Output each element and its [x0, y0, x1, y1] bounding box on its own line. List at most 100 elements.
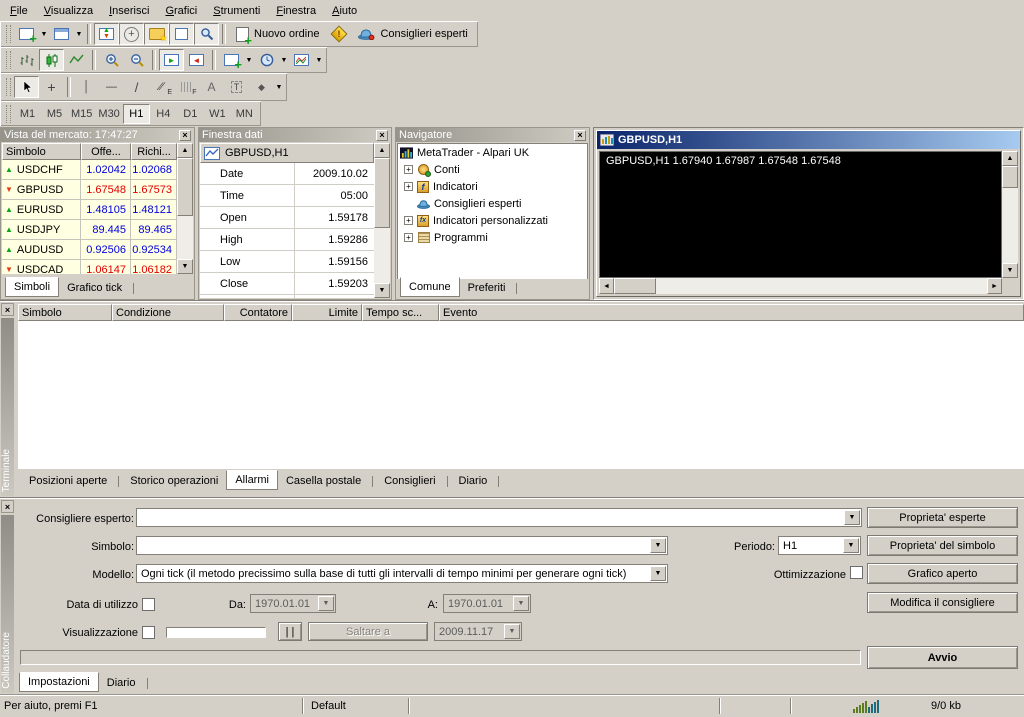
column-limite[interactable]: Limite	[292, 304, 362, 321]
trendline-button[interactable]: /	[124, 76, 149, 98]
bar-chart-button[interactable]	[14, 49, 39, 71]
optimization-checkbox[interactable]	[850, 566, 863, 579]
tree-root[interactable]: MetaTrader - Alpari UK	[398, 144, 587, 161]
templates-dropdown[interactable]: ▼	[314, 57, 324, 64]
tree-item-indicatori[interactable]: + f Indicatori	[398, 178, 587, 195]
column-simbolo[interactable]: Simbolo	[18, 304, 112, 321]
to-date-select[interactable]: 1970.01.01 ▼	[443, 594, 531, 613]
menu-visualizza[interactable]: Visualizza	[36, 3, 101, 19]
navigator-toggle[interactable]: ★	[144, 23, 169, 45]
toolbar-grip[interactable]	[6, 78, 11, 96]
timeframe-mn[interactable]: MN	[231, 104, 258, 124]
visual-speed-slider[interactable]	[166, 627, 266, 638]
close-icon[interactable]: ×	[1, 500, 14, 513]
tab-allarmi[interactable]: Allarmi	[226, 470, 278, 490]
menu-inserisci[interactable]: Inserisci	[101, 3, 157, 19]
menu-grafici[interactable]: Grafici	[157, 3, 205, 19]
modify-expert-button[interactable]: Modifica il consigliere	[867, 592, 1018, 613]
column-offerta[interactable]: Offe...	[81, 143, 131, 160]
tester-side-label-strip[interactable]: Collaudatore	[1, 515, 14, 693]
scroll-right-icon[interactable]: ►	[987, 278, 1002, 294]
horizontal-line-button[interactable]: —	[99, 76, 124, 98]
table-row[interactable]: ▼ USDCAD 1.06147 1.06182	[2, 260, 177, 274]
menu-aiuto[interactable]: Aiuto	[324, 3, 365, 19]
close-icon[interactable]: ×	[1, 303, 14, 316]
vertical-line-button[interactable]: │	[74, 76, 99, 98]
templates-button[interactable]	[289, 49, 314, 71]
visual-mode-checkbox[interactable]	[142, 626, 155, 639]
indicators-button[interactable]: +	[219, 49, 244, 71]
chevron-down-icon[interactable]: ▼	[844, 510, 860, 525]
chevron-down-icon[interactable]: ▼	[504, 624, 520, 639]
table-row[interactable]: ▲ USDCHF 1.02042 1.02068	[2, 160, 177, 180]
chart-titlebar[interactable]: GBPUSD,H1	[597, 131, 1020, 149]
zoom-in-button[interactable]	[99, 49, 124, 71]
tab-comune[interactable]: Comune	[400, 277, 460, 297]
date-use-checkbox[interactable]	[142, 598, 155, 611]
timeframe-m15[interactable]: M15	[68, 104, 95, 124]
tree-item-indicatori-personalizzati[interactable]: + fx Indicatori personalizzati	[398, 212, 587, 229]
data-window-scrollbar[interactable]: ▲ ▼	[374, 143, 390, 298]
scrollbar-thumb[interactable]	[1002, 166, 1018, 188]
tab-impostazioni[interactable]: Impostazioni	[19, 672, 99, 692]
strategy-tester-toggle[interactable]	[194, 23, 219, 45]
close-icon[interactable]: ×	[179, 129, 191, 141]
close-icon[interactable]: ×	[376, 129, 388, 141]
tab-diario[interactable]: Diario	[451, 473, 496, 489]
scrollbar-thumb[interactable]	[614, 278, 656, 294]
toolbar-grip[interactable]	[6, 51, 11, 69]
profiles-dropdown[interactable]: ▼	[74, 31, 84, 38]
tree-item-consiglieri-esperti[interactable]: Consiglieri esperti	[398, 195, 587, 212]
tab-storico-operazioni[interactable]: Storico operazioni	[122, 473, 226, 489]
scroll-down-icon[interactable]: ▼	[1002, 263, 1018, 278]
scroll-left-icon[interactable]: ◄	[599, 278, 614, 294]
arrows-dropdown[interactable]: ▼	[274, 84, 284, 91]
chevron-down-icon[interactable]: ▼	[318, 596, 334, 611]
period-select[interactable]: H1 ▼	[778, 536, 861, 555]
table-row[interactable]: ▲ EURUSD 1.48105 1.48121	[2, 200, 177, 220]
skip-to-button[interactable]: Saltare a	[308, 622, 428, 641]
chevron-down-icon[interactable]: ▼	[650, 566, 666, 581]
zoom-out-button[interactable]	[124, 49, 149, 71]
chart-shift-button[interactable]: ◄	[184, 49, 209, 71]
symbol-select[interactable]: ▼	[136, 536, 668, 555]
menu-file[interactable]: File	[2, 3, 36, 19]
data-window-toggle[interactable]: +	[119, 23, 144, 45]
tree-item-programmi[interactable]: + Programmi	[398, 229, 587, 246]
expand-plus-icon[interactable]: +	[404, 165, 413, 174]
chevron-down-icon[interactable]: ▼	[650, 538, 666, 553]
terminal-content[interactable]	[18, 321, 1024, 469]
menu-strumenti[interactable]: Strumenti	[205, 3, 268, 19]
symbol-properties-button[interactable]: Proprieta' del simbolo	[867, 535, 1018, 556]
timeframe-h4[interactable]: H4	[150, 104, 177, 124]
fibonacci-button[interactable]: F	[174, 76, 199, 98]
scrollbar-thumb[interactable]	[374, 158, 390, 228]
chart-vscrollbar[interactable]: ▲ ▼	[1002, 151, 1018, 278]
profiles-button[interactable]	[49, 23, 74, 45]
scroll-up-icon[interactable]: ▲	[374, 143, 390, 158]
timeframe-m5[interactable]: M5	[41, 104, 68, 124]
tab-simboli[interactable]: Simboli	[5, 277, 60, 297]
cursor-button[interactable]	[14, 76, 39, 98]
market-watch-toggle[interactable]: ▲ ▼	[94, 23, 119, 45]
tab-grafico-tick[interactable]: Grafico tick	[59, 280, 130, 296]
data-window-titlebar[interactable]: Finestra dati ×	[199, 128, 391, 142]
expert-select[interactable]: ▼	[136, 508, 862, 527]
expert-advisors-button[interactable]: Consiglieri esperti	[351, 23, 474, 45]
column-simbolo[interactable]: Simbolo	[2, 143, 81, 160]
equidistant-channel-button[interactable]: ∕∕ E	[149, 76, 174, 98]
market-watch-titlebar[interactable]: Vista del mercato: 17:47:27 ×	[1, 128, 194, 142]
navigator-titlebar[interactable]: Navigatore ×	[396, 128, 589, 142]
open-chart-button[interactable]: Grafico aperto	[867, 563, 1018, 584]
column-evento[interactable]: Evento	[439, 304, 1024, 321]
status-profile[interactable]: Default	[303, 700, 408, 712]
scroll-down-icon[interactable]: ▼	[177, 259, 193, 274]
tab-consiglieri[interactable]: Consiglieri	[376, 473, 443, 489]
tab-posizioni-aperte[interactable]: Posizioni aperte	[21, 473, 115, 489]
toolbar-grip[interactable]	[6, 25, 11, 43]
crosshair-button[interactable]: +	[39, 76, 64, 98]
new-chart-button[interactable]: +	[14, 23, 39, 45]
timeframe-m1[interactable]: M1	[14, 104, 41, 124]
auto-scroll-button[interactable]: ►	[159, 49, 184, 71]
pause-button[interactable]: | |	[278, 622, 302, 641]
